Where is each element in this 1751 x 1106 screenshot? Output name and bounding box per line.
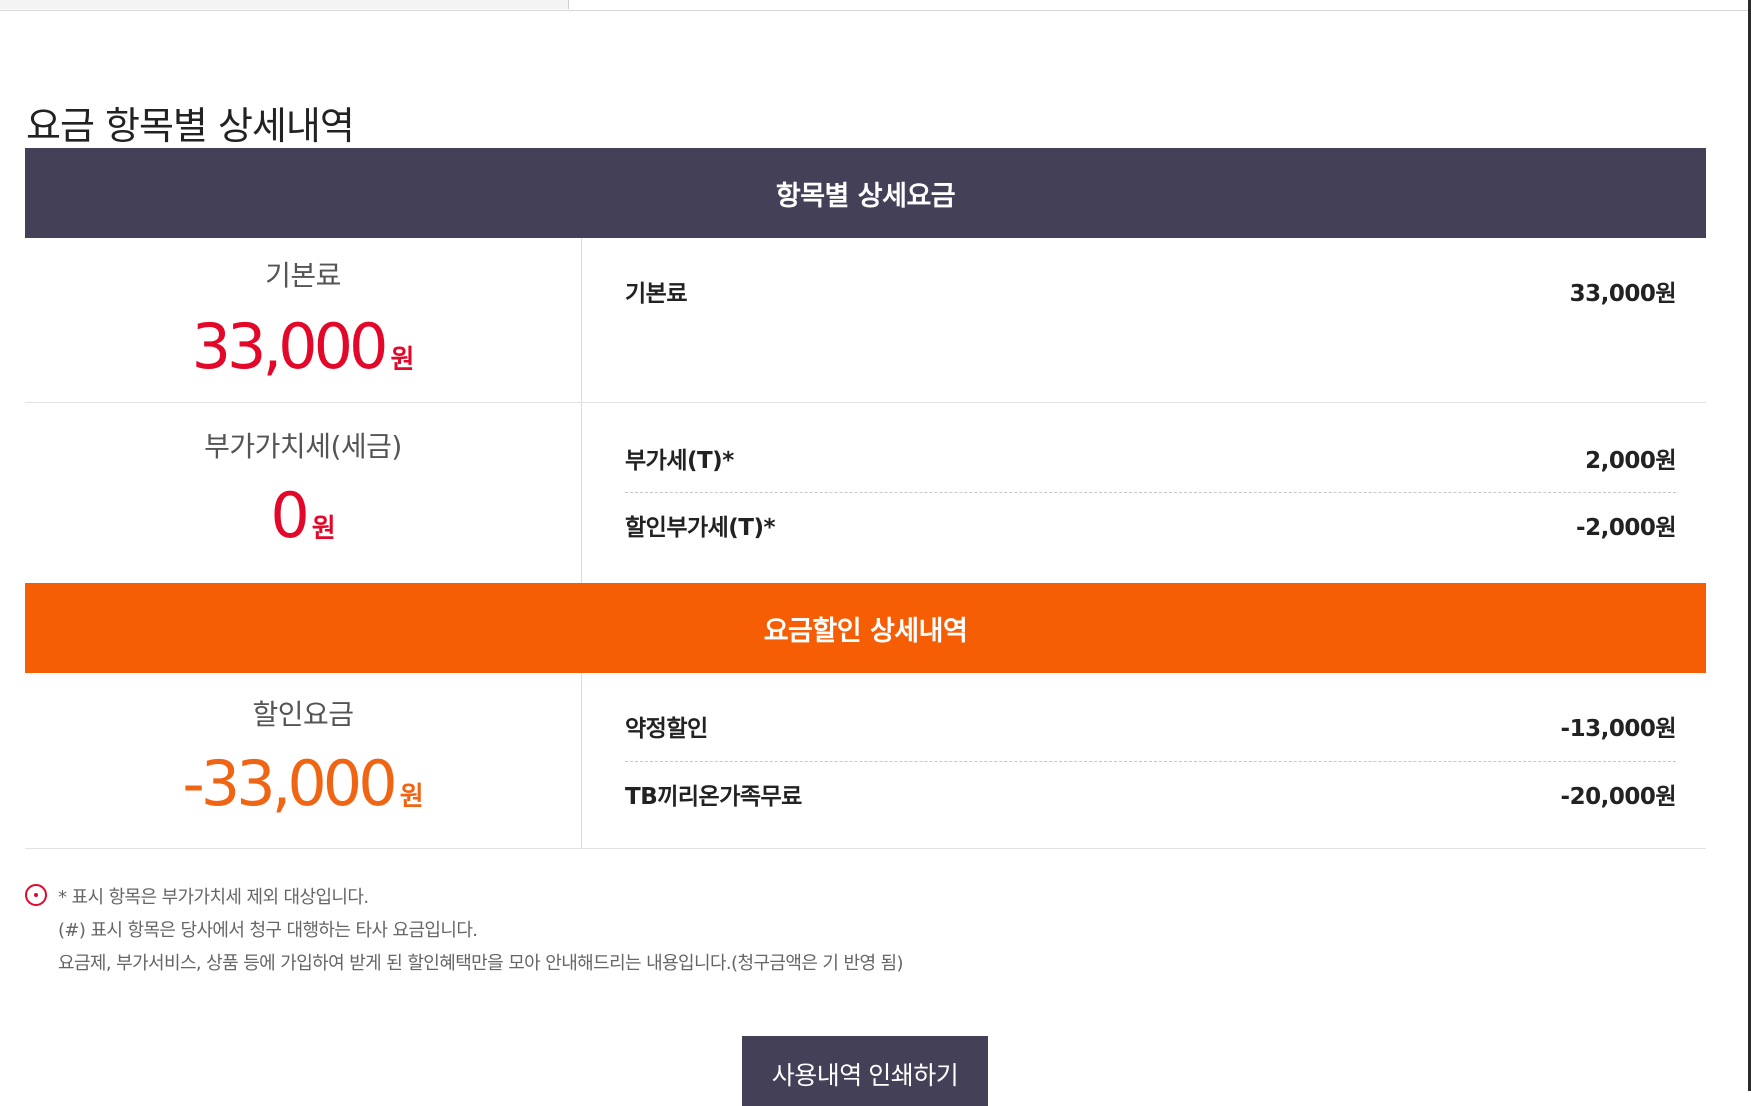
- basic-fee-summary: 기본료 33,000 원: [25, 238, 582, 403]
- discount-label: 할인요금: [252, 698, 354, 731]
- divider: [25, 848, 1706, 849]
- discount-items: 약정할인 -13,000원 TB끼리온가족무료 -20,000원: [625, 673, 1677, 848]
- vat-label: 부가가치세(세금): [204, 430, 402, 463]
- basic-fee-label: 기본료: [265, 259, 341, 292]
- fee-item-name: 할인부가세(T)*: [625, 515, 776, 541]
- vat-amount: 0원: [25, 479, 581, 552]
- vat-number: 0: [270, 479, 310, 552]
- info-icon: [25, 884, 47, 906]
- discount-amount: -33,000 원: [25, 747, 581, 820]
- basic-fee-number: 33,000: [191, 310, 389, 383]
- discount-item-value: -20,000원: [1560, 784, 1677, 810]
- vat-block: 부가가치세(세금) 0원 부가세(T)* 2,000원 할인부가세(T)* -2…: [25, 403, 1706, 583]
- discount-item-name: 약정할인: [625, 716, 708, 742]
- fee-item-value: 33,000원: [1569, 281, 1677, 307]
- dashed-divider: [625, 492, 1676, 493]
- discount-item-value: -13,000원: [1560, 716, 1677, 742]
- vat-unit: 원: [311, 514, 336, 544]
- notice-line: 요금제, 부가서비스, 상품 등에 가입하여 받게 된 할인혜택만을 모아 안내…: [58, 953, 904, 974]
- fee-item-row: 할인부가세(T)* -2,000원: [625, 505, 1676, 545]
- discount-summary: 할인요금 -33,000 원: [25, 673, 582, 848]
- fee-item-row: 부가세(T)* 2,000원: [625, 438, 1676, 478]
- discount-item-name: TB끼리온가족무료: [625, 784, 802, 810]
- notice-line: * 표시 항목은 부가가치세 제외 대상입니다.: [58, 887, 369, 908]
- discount-item-row: TB끼리온가족무료 -20,000원: [625, 774, 1677, 814]
- basic-fee-block: 기본료 33,000 원 기본료 33,000원: [25, 238, 1706, 403]
- fee-item-row: 기본료 33,000원: [625, 271, 1677, 311]
- print-usage-button[interactable]: 사용내역 인쇄하기: [742, 1036, 988, 1106]
- fee-item-value: 2,000원: [1585, 448, 1676, 474]
- discount-detail-header: 요금할인 상세내역: [25, 583, 1706, 673]
- discount-block: 할인요금 -33,000 원 약정할인 -13,000원 TB끼리온가족무료 -2…: [25, 673, 1706, 848]
- dashed-divider: [625, 761, 1676, 762]
- fee-detail-header: 항목별 상세요금: [25, 148, 1706, 238]
- page-title: 요금 항목별 상세내역: [26, 104, 355, 149]
- vat-items: 부가세(T)* 2,000원 할인부가세(T)* -2,000원: [625, 403, 1676, 583]
- basic-fee-items: 기본료 33,000원: [625, 238, 1677, 403]
- fee-item-name: 기본료: [625, 281, 687, 307]
- fee-item-value: -2,000원: [1576, 515, 1676, 541]
- notice-line: (#) 표시 항목은 당사에서 청구 대행하는 타사 요금입니다.: [58, 920, 478, 941]
- basic-fee-unit: 원: [390, 345, 415, 375]
- basic-fee-amount: 33,000 원: [25, 310, 581, 383]
- discount-item-row: 약정할인 -13,000원: [625, 706, 1677, 746]
- top-tab[interactable]: [0, 0, 569, 9]
- vat-summary: 부가가치세(세금) 0원: [25, 403, 582, 583]
- discount-number: -33,000: [182, 747, 397, 820]
- fee-item-name: 부가세(T)*: [625, 448, 734, 474]
- top-tab-bar: [0, 0, 1748, 11]
- discount-unit: 원: [399, 782, 424, 812]
